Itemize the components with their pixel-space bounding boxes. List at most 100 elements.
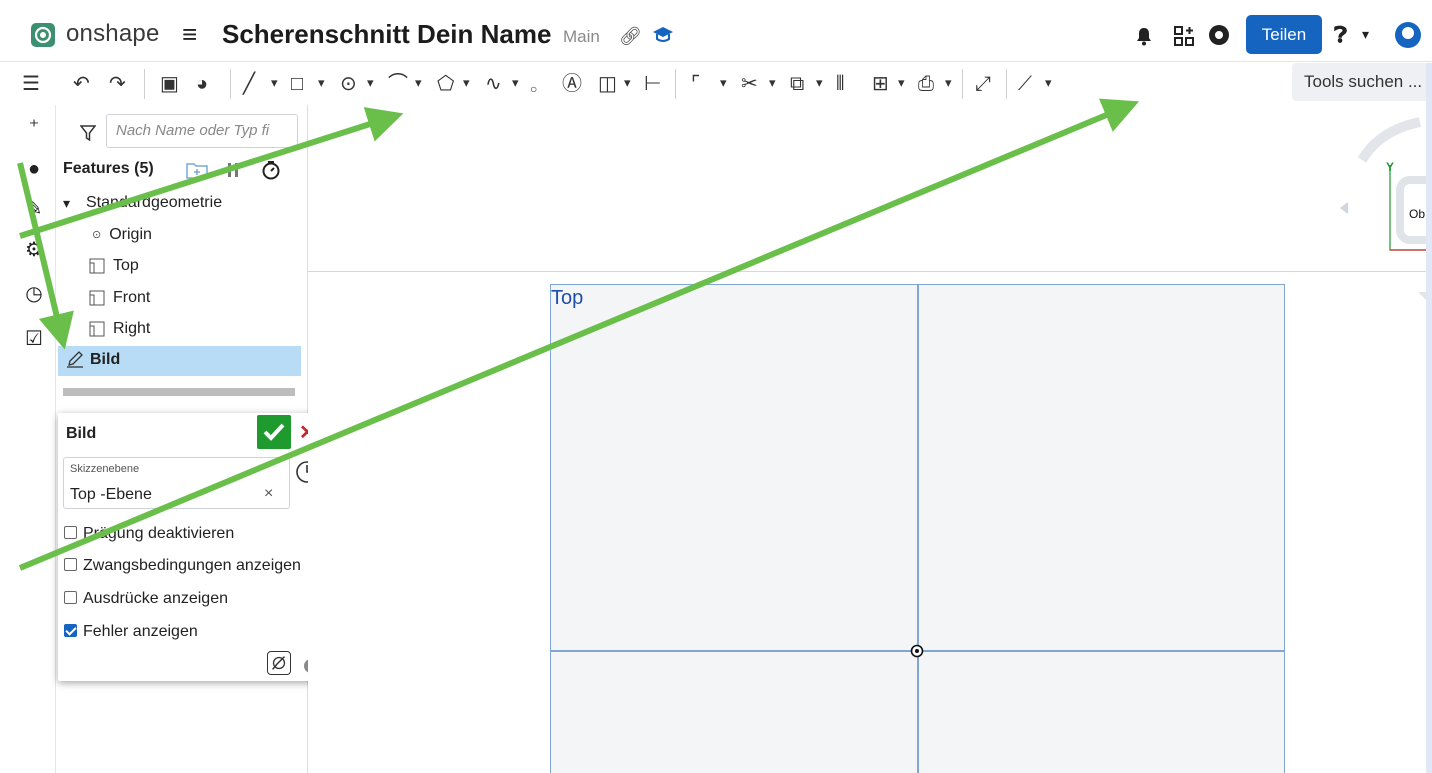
onshape-logo-icon[interactable] [30,22,56,48]
toolbar-separator [144,69,145,99]
onshape-window: onshape ≡ Scherenschnitt Dein Name Main … [0,0,1432,773]
menu-icon[interactable]: ≡ [182,21,197,47]
view-cube-y-axis-label: Y [1386,160,1395,174]
option-label: Ausdrücke anzeigen [83,590,228,607]
arc-chevron-icon[interactable]: ▾ [415,75,422,91]
tree-item-label: Right [113,320,151,337]
option-disable-imprinting[interactable]: Prägung deaktivieren [64,525,234,543]
rectangle-chevron-icon[interactable]: ▾ [318,75,325,91]
notifications-bell-icon[interactable] [1134,26,1154,46]
add-folder-icon[interactable] [186,161,208,179]
tree-item-right[interactable]: Right [89,320,150,338]
option-label: Fehler anzeigen [83,623,198,640]
dxf-chevron-icon[interactable]: ▾ [945,75,952,91]
tree-item-label: Front [113,289,151,306]
trim-tool-icon[interactable]: ✂ [741,72,758,96]
tree-group-label: Standardgeometrie [86,194,223,211]
graduation-cap-icon[interactable] [652,24,674,44]
share-button[interactable]: Teilen [1246,15,1322,54]
selected-sketch-label: Bild [90,351,121,368]
graphics-divider [308,271,1426,272]
fillet-tool-icon[interactable]: ⌜ [691,72,700,96]
link-icon[interactable]: 🔗︎ [619,26,642,47]
rollback-bar-icon[interactable] [226,162,240,178]
toolbar-separator [1006,69,1007,99]
view-cube-face-label: Ob [1409,207,1426,221]
spline-tool-icon[interactable]: ∿ [485,72,502,96]
option-show-errors[interactable]: Fehler anzeigen [64,623,198,641]
fillet-chevron-icon[interactable]: ▾ [720,75,727,91]
pattern-tool-icon[interactable]: ⊞ [872,72,889,96]
display-mode-icon[interactable]: ◕ [196,72,208,96]
option-show-expressions[interactable]: Ausdrücke anzeigen [64,590,228,608]
insert-feature-icon[interactable]: ⁺ [22,115,46,139]
feature-list-icon[interactable]: ☰ [22,72,40,96]
tree-item-label: Origin [109,226,152,243]
user-avatar[interactable] [1395,22,1421,48]
use-tool-icon[interactable]: ⤢ [975,72,991,96]
tools-search-input[interactable]: Tools suchen ... [1292,63,1432,101]
tree-item-front[interactable]: Front [89,289,150,307]
text-tool-icon[interactable]: Ⓐ [562,72,582,96]
mirror-tool-icon[interactable]: ⫴ [836,72,844,96]
point-tool-icon[interactable]: ○ [530,77,537,101]
undo-icon[interactable]: ↶ [73,72,90,96]
help-chevron-down-icon[interactable]: ▾ [1362,26,1369,43]
clear-plane-icon[interactable]: × [264,485,273,503]
group-chevron-down-icon[interactable]: ▾ [63,195,70,212]
tree-item-origin[interactable]: ⊙ Origin [92,226,152,244]
tree-group-default-geometry[interactable]: Standardgeometrie [86,194,222,212]
properties-icon[interactable]: ⚙ [22,238,46,262]
tree-item-top[interactable]: Top [89,257,139,275]
circle-chevron-icon[interactable]: ▾ [367,75,374,91]
app-store-icon[interactable] [1173,25,1195,47]
line-tool-chevron-icon[interactable]: ▾ [271,75,278,91]
offset-tool-icon[interactable]: ⧉ [790,72,804,96]
comments-icon[interactable]: ● [22,157,46,181]
origin-point-icon[interactable] [910,644,924,658]
toolbar-separator [230,69,231,99]
filter-icon[interactable] [80,124,96,142]
rectangle-tool-icon[interactable]: □ [291,72,303,96]
constraint-chevron-icon[interactable]: ▾ [1045,75,1052,91]
line-tool-icon[interactable]: ╱ [243,72,255,96]
learning-center-icon[interactable] [1208,24,1230,46]
document-title[interactable]: Scherenschnitt Dein Name [222,19,551,50]
construction-chevron-icon[interactable]: ▾ [624,75,631,91]
dxf-import-icon[interactable]: ⎙ [918,72,934,96]
checkbox[interactable] [64,526,77,539]
checkbox-checked[interactable] [64,624,77,637]
plane-icon [89,258,105,274]
offset-chevron-icon[interactable]: ▾ [816,75,823,91]
checkbox[interactable] [64,591,77,604]
sketch-settings-icon[interactable] [267,651,291,675]
spline-chevron-icon[interactable]: ▾ [512,75,519,91]
dimension-tool-icon[interactable]: ⊢ [644,72,661,96]
redo-icon[interactable]: ↷ [109,72,126,96]
vertical-axis-line [917,284,919,773]
checkbox[interactable] [64,558,77,571]
arc-tool-icon[interactable]: ⌒ [388,72,408,96]
new-sketch-icon[interactable]: ▣ [160,72,179,96]
pattern-chevron-icon[interactable]: ▾ [898,75,905,91]
construction-tool-icon[interactable]: ◫ [598,72,617,96]
confirm-button[interactable] [257,415,291,449]
polygon-tool-icon[interactable]: ⬠ [437,72,454,96]
constraint-tool-icon[interactable]: ⟋ [1018,72,1032,96]
option-label: Prägung deaktivieren [83,525,235,542]
notes-icon[interactable]: ✎ [22,197,46,221]
help-icon[interactable]: ❓︎ [1334,22,1347,48]
measure-icon[interactable]: ◷ [22,282,46,306]
branch-label[interactable]: Main [563,27,600,47]
option-show-constraints[interactable]: Zwangsbedingungen anzeigen [64,557,301,575]
polygon-chevron-icon[interactable]: ▾ [463,75,470,91]
checklist-icon[interactable]: ☑ [22,327,46,351]
feature-filter-input[interactable]: Nach Name oder Typ fi [106,114,298,148]
regen-timer-icon[interactable] [261,160,281,180]
rollback-bar[interactable] [63,388,295,396]
sketch-toolbar [0,63,1432,105]
brand-name[interactable]: onshape [66,20,160,48]
trim-chevron-icon[interactable]: ▾ [769,75,776,91]
features-header: Features (5) [63,160,154,177]
circle-tool-icon[interactable]: ⊙ [340,72,357,96]
